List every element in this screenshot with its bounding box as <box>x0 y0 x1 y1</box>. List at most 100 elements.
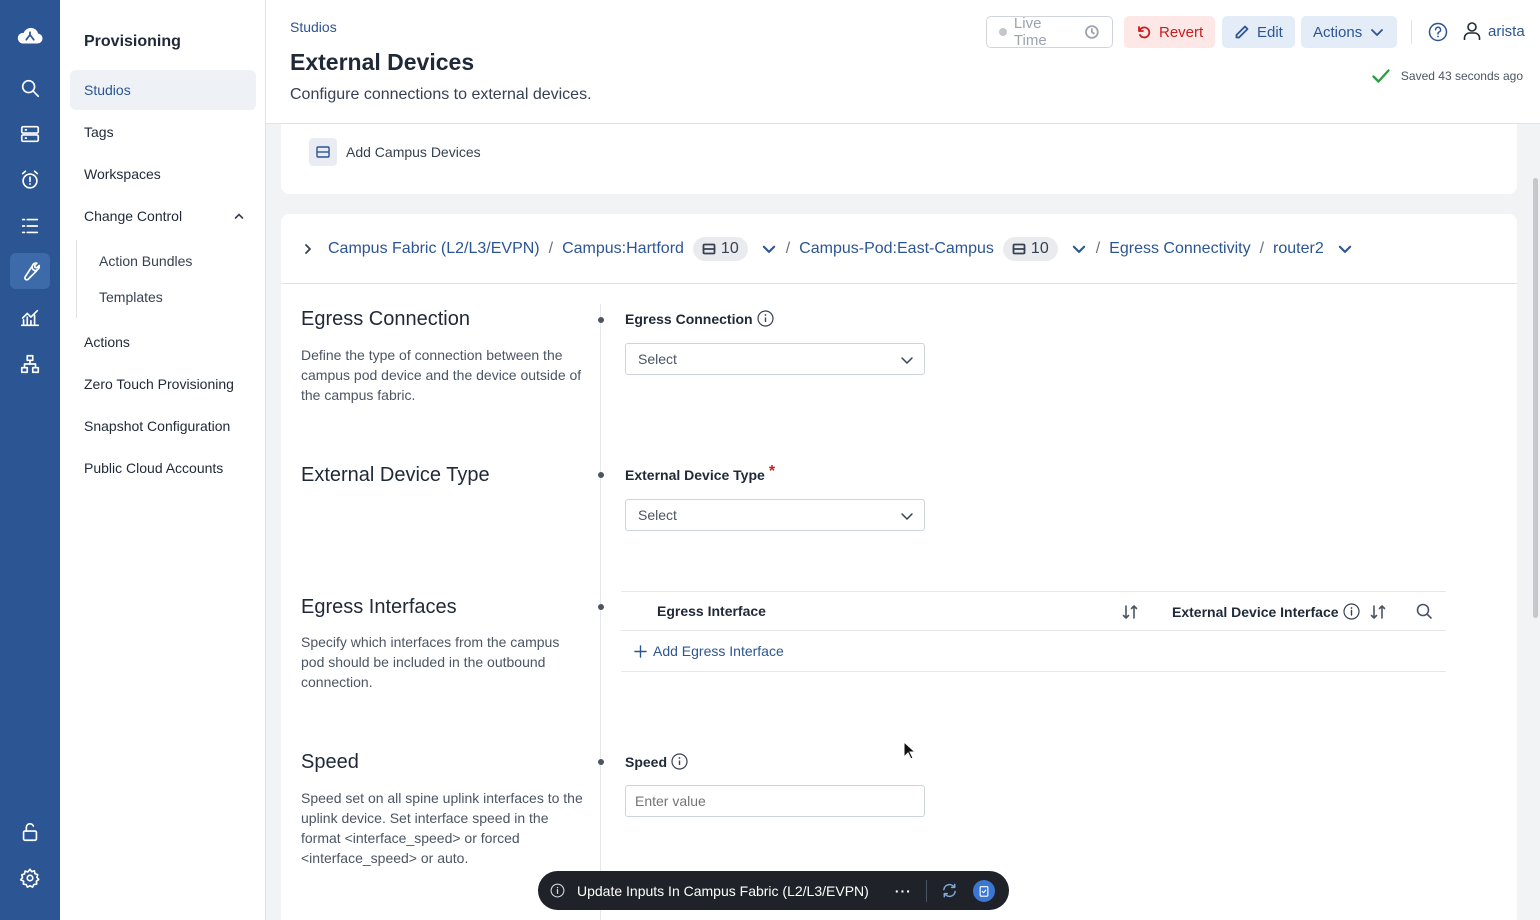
sidebar-item-ztp[interactable]: Zero Touch Provisioning <box>70 364 256 404</box>
settings-icon[interactable] <box>10 860 50 896</box>
col-egress-interface[interactable]: Egress Interface <box>657 603 766 619</box>
timeline-dot <box>598 604 604 610</box>
page-scrollbar[interactable] <box>1533 178 1538 618</box>
info-icon <box>550 883 565 898</box>
egress-interfaces-description: Specify which interfaces from the campus… <box>301 634 560 690</box>
egress-interfaces-title: Egress Interfaces <box>301 596 457 618</box>
mouse-cursor-icon <box>903 741 915 760</box>
device-type-value: Select <box>638 507 677 523</box>
required-asterisk: * <box>768 463 776 480</box>
status-dot <box>999 28 1007 36</box>
chevron-down-icon <box>1371 29 1384 36</box>
help-icon[interactable] <box>1428 22 1448 42</box>
section-timeline <box>600 304 601 920</box>
clipboard-check-icon[interactable] <box>972 879 995 902</box>
header-divider <box>1411 20 1412 44</box>
revert-button[interactable]: Revert <box>1124 16 1216 48</box>
path-egress-link[interactable]: Egress Connectivity <box>1109 240 1250 258</box>
path-separator: / <box>1095 239 1101 257</box>
page-title: External Devices <box>290 49 475 75</box>
sidebar-item-workspaces[interactable]: Workspaces <box>70 154 256 194</box>
saved-text: Saved 43 seconds ago <box>1400 69 1523 83</box>
chevron-right-icon[interactable] <box>301 242 315 256</box>
path-separator: / <box>785 239 791 257</box>
sidebar-item-snapshot[interactable]: Snapshot Configuration <box>70 406 256 446</box>
submenu-divider <box>76 240 77 318</box>
col-external-device-interface[interactable]: External Device Interface <box>1172 603 1360 620</box>
chevron-down-icon[interactable] <box>761 241 777 257</box>
wrench-icon[interactable] <box>10 253 50 289</box>
breadcrumb-studios[interactable]: Studios <box>290 19 337 35</box>
sort-icon[interactable] <box>1369 603 1387 621</box>
edit-button[interactable]: Edit <box>1222 16 1295 48</box>
add-egress-interface-row[interactable]: Add Egress Interface <box>621 631 1446 672</box>
more-options-icon[interactable]: ··· <box>895 883 912 899</box>
speed-description: Speed set on all spine uplink interfaces… <box>301 790 583 866</box>
save-status: Saved 43 seconds ago <box>1371 66 1523 86</box>
page-header: Studios External Devices Configure conne… <box>266 0 1540 124</box>
add-egress-interface-label: Add Egress Interface <box>653 643 784 659</box>
info-icon[interactable] <box>1342 603 1360 620</box>
sidebar-item-tags[interactable]: Tags <box>70 112 256 152</box>
device-type-select[interactable]: Select <box>625 499 925 531</box>
search-icon[interactable] <box>10 70 50 106</box>
pencil-icon <box>1235 25 1249 39</box>
device-type-label: External Device Type * <box>625 463 775 483</box>
update-inputs-toast: Update Inputs In Campus Fabric (L2/L3/EV… <box>538 871 1009 910</box>
chevron-down-icon[interactable] <box>1337 241 1353 257</box>
sidebar-item-action-bundles[interactable]: Action Bundles <box>99 253 192 269</box>
device-type-title: External Device Type <box>301 464 490 486</box>
unlock-icon[interactable] <box>10 814 50 850</box>
chevron-down-icon <box>901 513 913 521</box>
actions-dropdown-button[interactable]: Actions <box>1301 16 1398 48</box>
speed-input[interactable] <box>625 785 925 817</box>
chevron-up-icon[interactable] <box>233 210 245 222</box>
sort-icon[interactable] <box>1121 603 1139 621</box>
egress-connection-label: Egress Connection <box>625 310 774 327</box>
path-router-link[interactable]: router2 <box>1273 240 1324 258</box>
speed-label: Speed <box>625 753 688 770</box>
analytics-icon[interactable] <box>10 300 50 336</box>
path-fabric-link[interactable]: Campus Fabric (L2/L3/EVPN) <box>328 240 540 258</box>
live-time-label: Live Time <box>1013 15 1047 49</box>
user-menu[interactable]: arista <box>1462 21 1525 41</box>
campus-device-count-badge: 10 <box>692 236 748 261</box>
chevron-down-icon <box>901 357 913 365</box>
provisioning-sidebar: Provisioning Studios Tags Workspaces Cha… <box>60 0 266 920</box>
egress-connection-select[interactable]: Select <box>625 343 925 375</box>
egress-form-card: Campus Fabric (L2/L3/EVPN) / Campus:Hart… <box>281 214 1517 920</box>
speed-title: Speed <box>301 751 359 773</box>
server-icon[interactable] <box>10 116 50 152</box>
add-campus-devices-row[interactable]: Add Campus Devices <box>309 138 481 166</box>
app-rail <box>0 0 60 920</box>
add-campus-devices-label: Add Campus Devices <box>346 144 481 160</box>
topology-icon[interactable] <box>10 346 50 382</box>
path-separator: / <box>1259 239 1265 257</box>
chevron-down-icon[interactable] <box>1071 241 1087 257</box>
path-pod-link[interactable]: Campus-Pod:East-Campus <box>799 240 994 258</box>
sidebar-item-change-control[interactable]: Change Control <box>70 196 256 236</box>
toast-text: Update Inputs In Campus Fabric (L2/L3/EV… <box>577 882 869 899</box>
egress-connection-label-text: Egress Connection <box>625 310 753 327</box>
edit-label: Edit <box>1257 23 1283 41</box>
toast-divider <box>925 879 927 902</box>
page-subtitle: Configure connections to external device… <box>290 86 592 103</box>
info-icon[interactable] <box>671 753 688 770</box>
device-group-icon <box>309 138 337 166</box>
pod-count: 10 <box>1030 239 1049 257</box>
col-external-device-interface-label: External Device Interface <box>1172 603 1339 620</box>
list-icon[interactable] <box>10 208 50 244</box>
search-icon[interactable] <box>1415 602 1433 620</box>
sidebar-item-studios[interactable]: Studios <box>70 70 256 110</box>
sidebar-item-cloud-accounts[interactable]: Public Cloud Accounts <box>70 448 256 488</box>
alarm-icon[interactable] <box>10 162 50 198</box>
cloud-logo-icon[interactable] <box>10 18 50 54</box>
studio-path-breadcrumb: Campus Fabric (L2/L3/EVPN) / Campus:Hart… <box>281 214 1517 284</box>
sidebar-item-actions[interactable]: Actions <box>70 322 256 362</box>
refresh-icon[interactable] <box>941 882 958 899</box>
plus-icon <box>634 644 647 658</box>
live-time-button[interactable]: Live Time <box>986 15 1113 49</box>
sidebar-item-templates[interactable]: Templates <box>99 289 163 305</box>
path-campus-link[interactable]: Campus:Hartford <box>562 240 684 258</box>
info-icon[interactable] <box>756 310 774 327</box>
